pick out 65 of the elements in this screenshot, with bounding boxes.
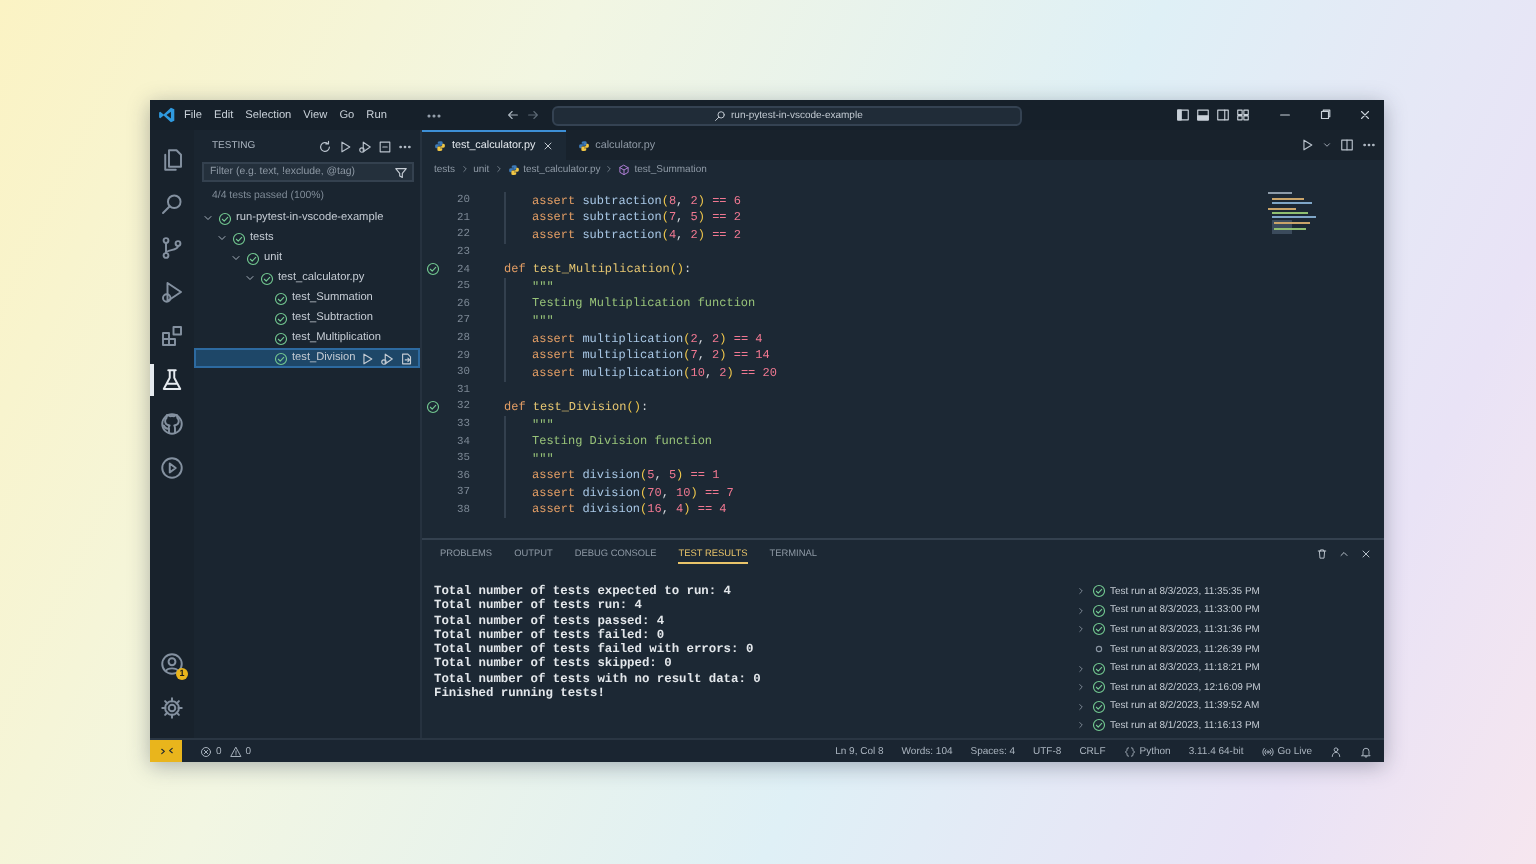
close-icon[interactable] — [541, 140, 554, 152]
run-all-icon[interactable] — [338, 139, 352, 153]
collapse-all-icon[interactable] — [378, 139, 392, 153]
close-icon[interactable] — [1358, 108, 1372, 122]
go-to-file-icon[interactable] — [399, 351, 414, 365]
filter-icon[interactable] — [394, 165, 408, 179]
sidebar-layout-icon[interactable] — [1176, 108, 1190, 122]
run-icon[interactable] — [1300, 138, 1314, 152]
chevron-right-icon[interactable] — [1076, 720, 1086, 731]
chevron-right-icon — [604, 164, 615, 174]
maximize-icon[interactable] — [1318, 108, 1332, 122]
secondary-sidebar-icon[interactable] — [1216, 108, 1230, 122]
chevron-down-icon[interactable] — [202, 212, 214, 224]
split-editor-icon[interactable] — [1340, 138, 1354, 152]
forward-arrow-icon[interactable] — [526, 108, 541, 122]
more-icon[interactable] — [1362, 138, 1376, 152]
chevron-right-icon[interactable] — [1076, 605, 1086, 616]
settings-icon[interactable] — [160, 696, 184, 720]
files-icon[interactable] — [160, 148, 184, 172]
chevron-right-icon[interactable] — [1076, 701, 1086, 712]
search-icon[interactable] — [160, 192, 184, 216]
chevron-right-icon — [493, 164, 504, 174]
close-icon[interactable] — [1360, 548, 1372, 560]
chevron-right-icon — [459, 164, 470, 174]
back-arrow-icon[interactable] — [506, 108, 521, 122]
python-file-icon — [434, 140, 446, 152]
cat-circle-icon[interactable] — [160, 412, 184, 436]
layout-grid-icon[interactable] — [1236, 108, 1250, 122]
bell-icon[interactable] — [1360, 745, 1372, 757]
search-icon — [713, 109, 725, 121]
broadcast-icon — [1261, 745, 1274, 757]
panel-layout-icon[interactable] — [1196, 108, 1210, 122]
chevron-right-icon[interactable] — [1076, 663, 1086, 674]
chevron-up-icon[interactable] — [1338, 548, 1350, 560]
braces-icon — [1123, 745, 1136, 757]
chevron-down-icon[interactable] — [216, 232, 228, 244]
error-icon — [200, 745, 212, 757]
warning-icon — [229, 745, 242, 757]
logo-icon[interactable] — [158, 106, 176, 124]
chevron-down-icon[interactable] — [244, 272, 256, 284]
feedback-icon[interactable] — [1330, 745, 1342, 757]
remote-button[interactable] — [150, 740, 182, 762]
chevron-right-icon[interactable] — [1076, 586, 1086, 597]
method-icon — [618, 163, 631, 175]
chevron-right-icon[interactable] — [1076, 682, 1086, 693]
debug-all-icon[interactable] — [358, 139, 372, 153]
debug-icon[interactable] — [379, 351, 394, 365]
run-icon[interactable] — [359, 351, 374, 365]
chevron-down-icon[interactable] — [230, 252, 242, 264]
run-debug-icon[interactable] — [160, 280, 184, 304]
python-file-icon — [577, 139, 590, 151]
minimize-icon[interactable] — [1278, 108, 1292, 122]
chevron-right-icon[interactable] — [1076, 624, 1086, 635]
trash-icon[interactable] — [1316, 548, 1328, 560]
passed-check-icon[interactable] — [425, 399, 439, 414]
python-file-icon — [507, 163, 520, 175]
circle-play-icon[interactable] — [160, 456, 184, 480]
flask-icon[interactable] — [160, 368, 184, 392]
passed-check-icon[interactable] — [425, 262, 439, 277]
account-icon[interactable] — [160, 652, 184, 676]
source-control-icon[interactable] — [160, 236, 184, 260]
remote-icon — [159, 744, 173, 758]
extensions-icon[interactable] — [160, 324, 184, 348]
caret-down-icon[interactable] — [1322, 140, 1332, 150]
refresh-icon[interactable] — [318, 139, 332, 153]
